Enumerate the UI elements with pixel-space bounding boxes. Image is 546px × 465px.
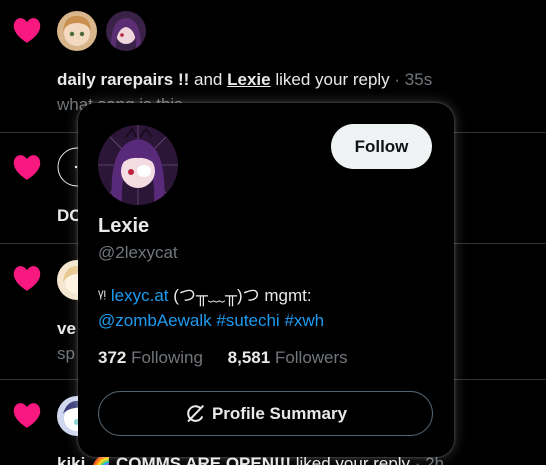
profile-summary-button[interactable]: Profile Summary	[98, 391, 433, 436]
actor-name[interactable]: daily rarepairs !!	[57, 70, 189, 89]
actor-name[interactable]: Lexie	[227, 70, 270, 89]
bio-link[interactable]: lexyc.at	[111, 286, 169, 305]
notification-text: daily rarepairs !! and Lexie liked your …	[57, 70, 433, 89]
following-stat[interactable]: 372 Following	[98, 348, 208, 367]
avatar[interactable]	[57, 11, 97, 51]
heart-icon	[10, 14, 44, 46]
profile-handle[interactable]: @2lexycat	[98, 243, 178, 263]
avatar[interactable]	[106, 11, 146, 51]
actor-name[interactable]: ve	[57, 319, 76, 338]
profile-avatar[interactable]	[98, 125, 178, 205]
profile-hover-card[interactable]: Follow Lexie @2lexycat ᵞᵎ lexyc.at (つ╥﹏╥…	[78, 103, 454, 457]
heart-icon	[10, 151, 44, 183]
profile-display-name[interactable]: Lexie	[98, 215, 149, 238]
bio-hashtag[interactable]: #xwh	[284, 311, 324, 330]
notification-text: ve	[57, 319, 76, 339]
profile-stats: 372 Following 8,581 Followers	[98, 348, 348, 368]
follow-button[interactable]: Follow	[331, 124, 432, 169]
profile-bio: ᵞᵎ lexyc.at (つ╥﹏╥)つ mgmt: @zombAewalk #s…	[98, 286, 325, 330]
heart-icon	[10, 262, 44, 294]
bio-hashtag[interactable]: #sutechi	[216, 311, 279, 330]
reply-preview: sp	[57, 344, 75, 363]
followers-stat[interactable]: 8,581 Followers	[228, 348, 348, 367]
bio-mention[interactable]: @zombAewalk	[98, 311, 212, 330]
timestamp: · 35s	[394, 70, 433, 89]
heart-icon	[10, 399, 44, 431]
grok-icon	[184, 403, 206, 425]
